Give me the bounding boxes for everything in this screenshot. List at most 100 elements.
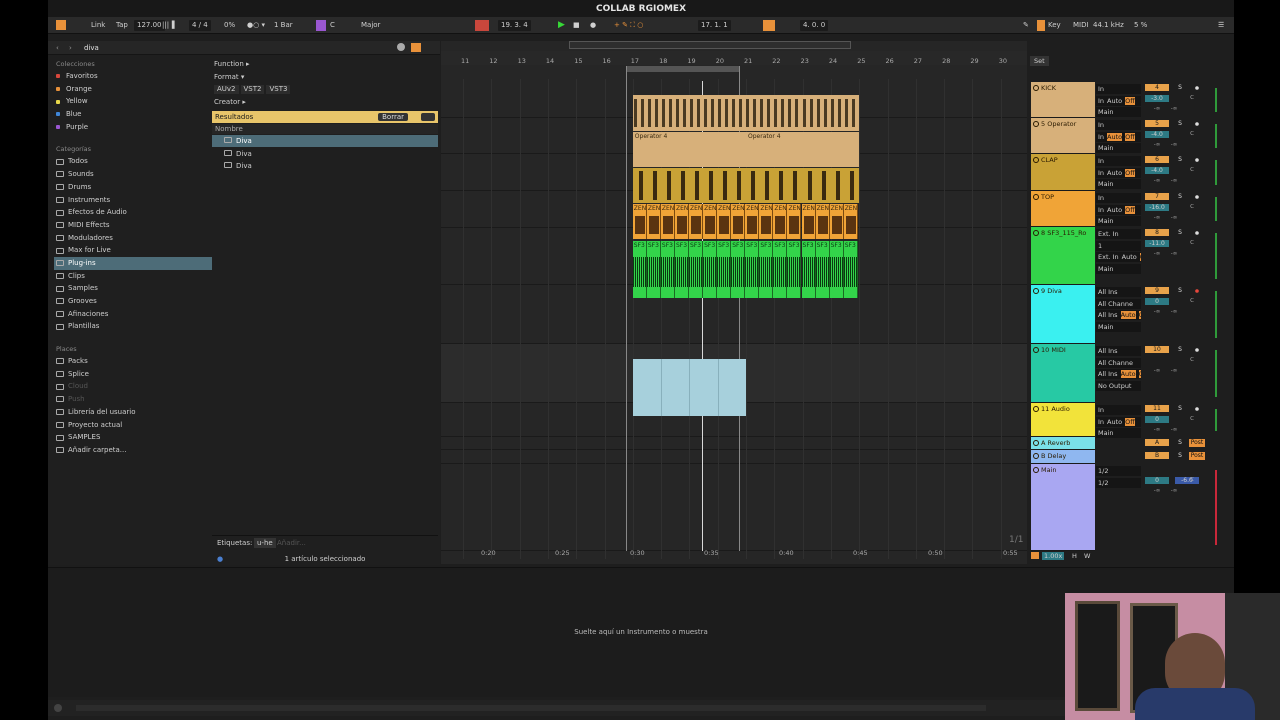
arm-icon[interactable]: [1195, 231, 1199, 235]
key-map-button[interactable]: Key: [1048, 20, 1061, 31]
solo-button[interactable]: S: [1175, 346, 1185, 354]
monitor-off-label[interactable]: Off: [1139, 253, 1141, 261]
format-chip[interactable]: VST3: [266, 85, 291, 95]
overview-strip[interactable]: [569, 41, 851, 49]
zen-clip[interactable]: ZEN: [787, 204, 802, 239]
post-button[interactable]: Post: [1189, 452, 1205, 460]
midi-map-button[interactable]: MIDI: [1073, 20, 1089, 31]
monitor-auto[interactable]: In Auto Off: [1096, 95, 1141, 106]
arm-icon[interactable]: [1195, 86, 1199, 90]
automation-icons[interactable]: + ✎ ⛶ ○: [614, 20, 643, 31]
sf3-clip[interactable]: SF3: [674, 241, 689, 298]
monitor-auto[interactable]: Ext. InAutoOff: [1096, 252, 1141, 262]
input-select[interactable]: In: [1096, 120, 1141, 130]
monitor-auto-label[interactable]: Auto: [1120, 370, 1136, 378]
result-item[interactable]: Diva: [212, 148, 438, 160]
pan-center[interactable]: C: [1185, 298, 1199, 305]
mixer-track-header[interactable]: 11 Audio: [1031, 403, 1095, 437]
sf3-clip[interactable]: SF3: [801, 241, 816, 298]
zen-clip[interactable]: ZEN: [801, 204, 816, 239]
output-select[interactable]: Main: [1096, 321, 1141, 332]
track-number[interactable]: 11: [1145, 405, 1169, 412]
sf3-clip[interactable]: SF3: [815, 241, 830, 298]
solo-button[interactable]: S: [1175, 439, 1185, 447]
mixer-track-header[interactable]: 9 Diva: [1031, 285, 1095, 344]
monitor-in[interactable]: In: [1098, 97, 1104, 105]
track-number[interactable]: A: [1145, 439, 1169, 446]
mixer-track-header[interactable]: 5 Operator: [1031, 118, 1095, 154]
category-item[interactable]: Efectos de Audio: [54, 206, 212, 219]
sf3-clip[interactable]: SF3: [843, 241, 858, 298]
volume-field[interactable]: 0: [1145, 298, 1169, 305]
clap-clip[interactable]: [632, 168, 860, 203]
nudge-icon[interactable]: |||▐: [162, 20, 174, 31]
zen-clip[interactable]: ZEN: [829, 204, 844, 239]
quantize-select[interactable]: 1 Bar: [274, 20, 293, 31]
status-icon[interactable]: [54, 704, 62, 712]
zen-clip[interactable]: ZEN: [674, 204, 689, 239]
solo-button[interactable]: S: [1175, 120, 1185, 128]
monitor-in[interactable]: All Ins: [1098, 311, 1118, 319]
arm-icon[interactable]: [1195, 407, 1199, 411]
track-activator-icon[interactable]: [1033, 194, 1039, 200]
collection-item[interactable]: Favoritos: [54, 70, 212, 83]
track-number[interactable]: 7: [1145, 193, 1169, 200]
name-column-header[interactable]: Nombre: [212, 124, 438, 134]
record-icon[interactable]: ●: [590, 20, 596, 31]
track-number[interactable]: 5: [1145, 120, 1169, 127]
zen-clip[interactable]: ZEN: [689, 204, 704, 239]
sf3-clip[interactable]: SF3: [689, 241, 704, 298]
monitor-auto[interactable]: All InsAutoOff: [1096, 310, 1141, 320]
sf3-clip[interactable]: SF3: [731, 241, 746, 298]
zen-clip[interactable]: ZEN: [745, 204, 760, 239]
arrangement-record-icon[interactable]: [475, 20, 489, 31]
volume-field[interactable]: -3.0: [1145, 95, 1169, 102]
track-activator-icon[interactable]: [1033, 406, 1039, 412]
monitor-off-label[interactable]: Off: [1138, 370, 1141, 378]
track-number[interactable]: 8: [1145, 229, 1169, 236]
track-lane[interactable]: [441, 464, 1027, 551]
midi-clip[interactable]: [632, 359, 746, 416]
mixer-track-header[interactable]: TOP: [1031, 191, 1095, 227]
result-item[interactable]: Diva: [212, 135, 438, 147]
solo-button[interactable]: S: [1175, 405, 1185, 413]
category-item[interactable]: Instruments: [54, 194, 212, 207]
sf3-clip[interactable]: SF3: [646, 241, 661, 298]
monitor-auto[interactable]: In Auto Off: [1096, 416, 1141, 427]
loop-brace[interactable]: [626, 66, 740, 72]
monitor-off-label[interactable]: Off: [1125, 168, 1135, 177]
zen-clip[interactable]: ZEN: [759, 204, 774, 239]
arm-icon[interactable]: [1195, 289, 1199, 293]
function-filter[interactable]: Function ▸: [212, 58, 438, 71]
tempo-field[interactable]: 127.00: [134, 20, 165, 31]
monitor-off-label[interactable]: Off: [1125, 205, 1135, 214]
swing-value[interactable]: 0%: [224, 20, 235, 31]
mixer-track-header[interactable]: CLAP: [1031, 154, 1095, 191]
place-item[interactable]: SAMPLES: [54, 431, 212, 444]
solo-button[interactable]: S: [1175, 452, 1185, 460]
zen-clip[interactable]: ZEN: [843, 204, 858, 239]
time-signature[interactable]: 4 / 4: [189, 20, 211, 31]
category-item[interactable]: Max for Live: [54, 244, 212, 257]
collection-item[interactable]: Blue: [54, 108, 212, 121]
pan-center[interactable]: C: [1185, 240, 1199, 247]
pan-center[interactable]: C: [1185, 204, 1199, 211]
track-number[interactable]: 6: [1145, 156, 1169, 163]
loop-length-field[interactable]: 4. 0. 0: [800, 20, 829, 31]
scale-icon[interactable]: [316, 20, 326, 31]
zoom-icon[interactable]: [1031, 552, 1039, 559]
category-item[interactable]: Sounds: [54, 168, 212, 181]
search-input[interactable]: diva: [84, 44, 99, 52]
back-icon[interactable]: ‹: [56, 44, 59, 52]
position-field[interactable]: 19. 3. 4: [498, 20, 531, 31]
monitor-in[interactable]: All Ins: [1098, 370, 1118, 378]
track-lane[interactable]: [441, 450, 1027, 464]
add-filter-icon[interactable]: [421, 113, 435, 121]
monitor-in[interactable]: In: [1098, 133, 1104, 141]
output-select[interactable]: Main: [1096, 143, 1141, 153]
track-number[interactable]: 4: [1145, 84, 1169, 91]
place-item[interactable]: Packs: [54, 355, 212, 368]
volume-field[interactable]: -4.0: [1145, 131, 1169, 138]
arm-icon[interactable]: [1195, 122, 1199, 126]
category-item[interactable]: Grooves: [54, 295, 212, 308]
